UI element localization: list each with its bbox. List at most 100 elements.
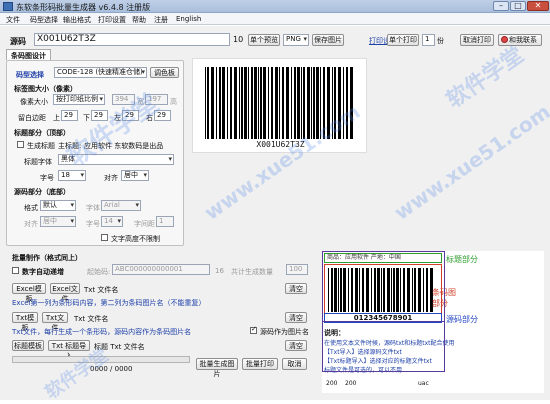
margin-left-label: 左 bbox=[114, 114, 121, 122]
gen-title-label: 生成标题 bbox=[27, 142, 55, 150]
title-size-select[interactable]: 18 bbox=[58, 170, 86, 181]
clear-txt-button[interactable]: 清空 bbox=[285, 312, 307, 323]
tab-barcode-design[interactable]: 条码图设计 bbox=[6, 49, 51, 60]
source-as-name-label: 源码作为图片名 bbox=[260, 328, 309, 336]
sample-barcode-tag-2: 部分 bbox=[432, 299, 448, 308]
format-label: 格式 bbox=[24, 204, 38, 212]
digits-value: 16 bbox=[215, 267, 224, 275]
font-label: 字体 bbox=[86, 204, 100, 212]
txt-template-button[interactable]: Txt模板 bbox=[12, 312, 38, 332]
txt-file-button[interactable]: Txt文件 bbox=[42, 312, 68, 332]
help-header: 说明： bbox=[324, 329, 345, 337]
size-select[interactable]: 14 bbox=[101, 216, 123, 227]
clear-title-button[interactable]: 清空 bbox=[285, 340, 307, 351]
app-icon bbox=[3, 2, 13, 11]
excel-note: Excel第一列为条形码内容，第二列为条码图片名（不能重复） bbox=[12, 299, 206, 307]
help-line-3: 【Txt标题导入】选择对应的标题文件txt bbox=[324, 358, 432, 365]
menu-register[interactable]: 注册 bbox=[154, 15, 168, 25]
pixel-size-label: 像素大小 bbox=[20, 98, 48, 106]
margin-top-label: 上 bbox=[53, 114, 60, 122]
batch-generate-button[interactable]: 批量生成图片 bbox=[196, 358, 238, 378]
copies-input[interactable]: 1 bbox=[422, 34, 435, 46]
batch-section-title: 批量制作（格式同上） bbox=[12, 254, 82, 262]
count-label: 共计生成数量 bbox=[231, 268, 273, 276]
margin-bottom-input[interactable]: 29 bbox=[91, 110, 108, 121]
margin-right-input[interactable]: 29 bbox=[154, 110, 171, 121]
menu-print-settings[interactable]: 打印设置 bbox=[98, 15, 126, 25]
width-unit: 宽 bbox=[137, 98, 144, 106]
sample-barcode-bars-icon bbox=[328, 268, 433, 312]
footer-width: 200 bbox=[326, 380, 338, 387]
help-line-2: 【Txt导入】选择源码文件txt bbox=[324, 349, 402, 356]
title-font-label: 标题字体 bbox=[24, 158, 52, 166]
main-title-label: 主标题: bbox=[58, 142, 82, 150]
preview-button[interactable]: 单个预览 bbox=[248, 34, 280, 46]
barcode-text: X001U62T3Z bbox=[256, 140, 305, 149]
count-input[interactable]: 100 bbox=[286, 264, 308, 275]
main-title-value: 应用软件 东软数码是出品 bbox=[84, 142, 164, 150]
pixel-size-mode-select[interactable]: 按打印纸比例 bbox=[53, 94, 105, 105]
symbology-select[interactable]: CODE-128 (快速精准仓储) bbox=[54, 67, 147, 78]
spacing-label: 字间距 bbox=[134, 220, 155, 228]
title-template-button[interactable]: 标题模板 bbox=[12, 340, 44, 351]
format-select[interactable]: PNG bbox=[283, 34, 309, 46]
source-input[interactable]: X001U62T3Z bbox=[34, 33, 230, 46]
menu-file[interactable]: 文件 bbox=[6, 15, 20, 25]
height-input[interactable]: 197 bbox=[145, 94, 168, 105]
title-align-label: 对齐 bbox=[104, 174, 118, 182]
start-code-input[interactable]: ABC000000000001 bbox=[112, 264, 210, 275]
title-align-select[interactable]: 居中 bbox=[121, 170, 149, 181]
clear-excel-button[interactable]: 清空 bbox=[285, 283, 307, 294]
format-style-select[interactable]: 默认 bbox=[40, 200, 76, 211]
contact-label: 和我联系 bbox=[509, 36, 537, 44]
barcode-preview: X001U62T3Z bbox=[192, 58, 367, 153]
menu-output-format[interactable]: 输出格式 bbox=[63, 15, 91, 25]
title-size-label: 字号 bbox=[40, 174, 54, 182]
contact-button[interactable]: 和我联系 bbox=[498, 34, 542, 46]
margin-top-input[interactable]: 29 bbox=[61, 110, 78, 121]
title-section-title: 标题部分（顶部） bbox=[14, 129, 70, 137]
batch-print-button[interactable]: 批量打印 bbox=[242, 358, 278, 370]
excel-filename-label: Txt 文件名 bbox=[84, 286, 119, 294]
source-as-name-checkbox[interactable] bbox=[250, 325, 257, 334]
menu-help[interactable]: 帮助 bbox=[132, 15, 146, 25]
spacing-input[interactable]: 1 bbox=[156, 216, 174, 227]
menu-symbology[interactable]: 码型选择 bbox=[30, 15, 58, 25]
margin-right-label: 右 bbox=[146, 114, 153, 122]
sample-number-tag: 源码部分 bbox=[446, 315, 478, 324]
sample-barcode-tag-1: 条码图 bbox=[432, 288, 456, 297]
height-unit: 高 bbox=[170, 98, 177, 106]
close-button[interactable]: ✕ bbox=[527, 1, 549, 11]
title-import-button[interactable]: Txt 标题导入 bbox=[48, 340, 90, 360]
auto-increment-checkbox[interactable] bbox=[12, 267, 19, 274]
size-section-title: 标签图大小（像素） bbox=[14, 85, 77, 93]
sample-title-tag: 标题部分 bbox=[446, 255, 478, 264]
margin-left-input[interactable]: 29 bbox=[122, 110, 139, 121]
batch-cancel-button[interactable]: 取消 bbox=[282, 358, 307, 370]
palette-button[interactable]: 调色板 bbox=[150, 67, 179, 78]
width-input[interactable]: 394 bbox=[112, 94, 135, 105]
align-select[interactable]: 居中 bbox=[40, 216, 76, 227]
excel-template-button[interactable]: Excel模板 bbox=[12, 283, 46, 303]
minimize-button[interactable]: – bbox=[493, 1, 509, 11]
save-image-button[interactable]: 保存图片 bbox=[312, 34, 344, 46]
sample-panel: 商品：应用软件 产地：中国 标题部分 条码图 部分 012345678901 源… bbox=[322, 251, 544, 393]
title-font-select[interactable]: 黑体 bbox=[58, 154, 174, 165]
barcode-bars-icon bbox=[205, 67, 353, 139]
sample-title-box: 商品：应用软件 产地：中国 bbox=[324, 253, 442, 263]
cancel-print-button[interactable]: 取消打印 bbox=[460, 34, 494, 46]
excel-file-button[interactable]: Excel文件 bbox=[50, 283, 80, 303]
margin-bottom-label: 下 bbox=[83, 114, 90, 122]
footer-height: 200 bbox=[345, 380, 357, 387]
unlimited-checkbox[interactable] bbox=[101, 234, 108, 241]
window-title: 东软条形码批量生成器 v6.4.8 注册版 bbox=[16, 3, 151, 12]
print-one-button[interactable]: 单个打印 bbox=[387, 34, 419, 46]
maximize-button[interactable]: □ bbox=[510, 1, 526, 11]
sample-barcode-box bbox=[324, 264, 442, 316]
title-bar: 东软条形码批量生成器 v6.4.8 注册版 – □ ✕ bbox=[0, 0, 550, 13]
gen-title-checkbox[interactable] bbox=[17, 141, 24, 148]
sample-divider bbox=[322, 321, 444, 322]
font-select[interactable]: Arial bbox=[101, 200, 141, 211]
menu-english[interactable]: English bbox=[176, 15, 201, 23]
source-section-title: 源码部分（底部） bbox=[14, 188, 70, 196]
